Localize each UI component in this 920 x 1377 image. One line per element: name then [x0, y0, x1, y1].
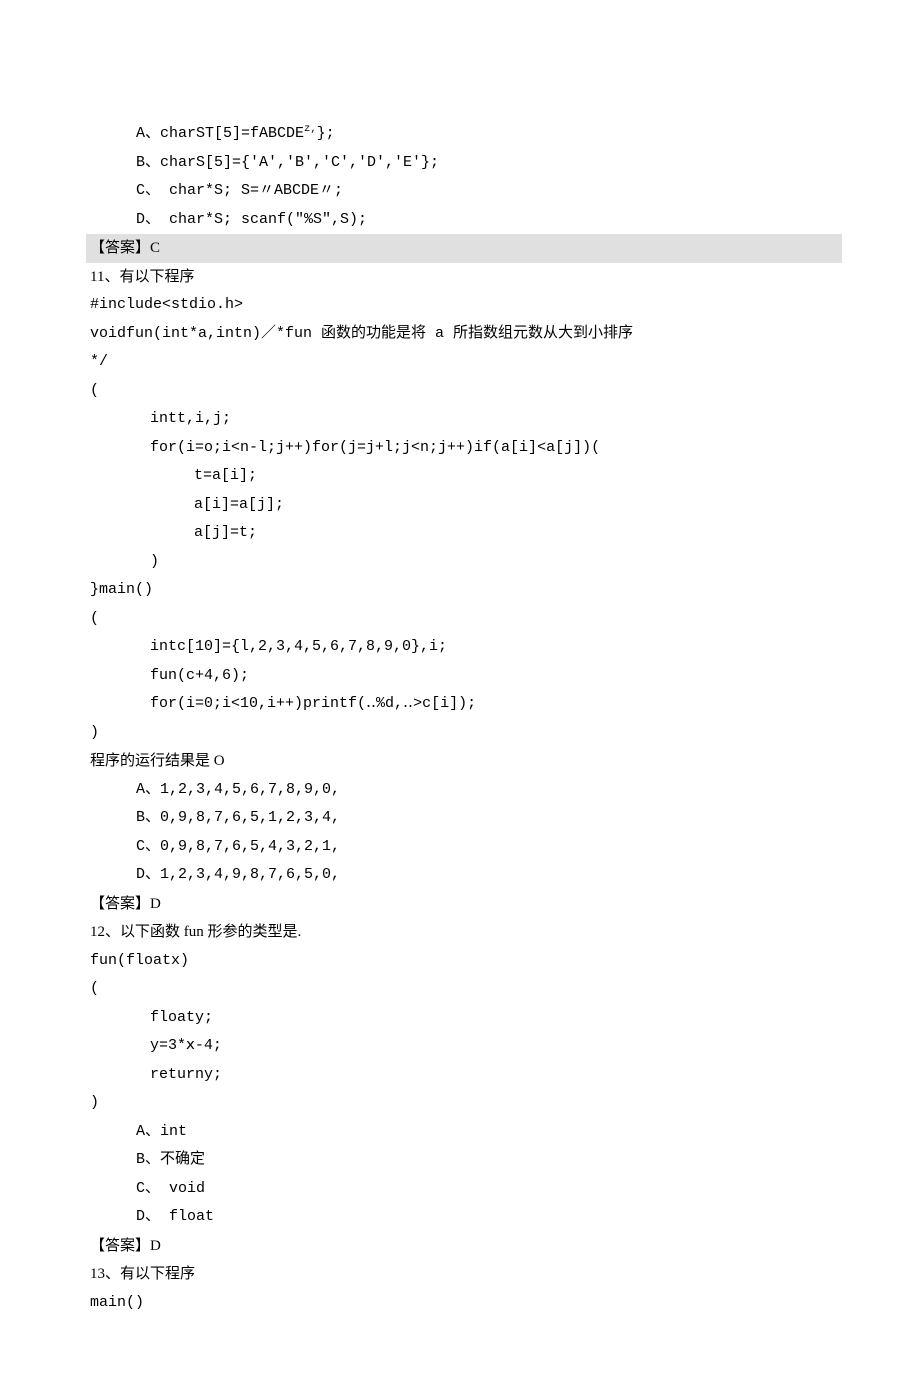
code-line: floaty; — [90, 1004, 830, 1033]
q12-option-a: A、int — [90, 1118, 830, 1147]
q11-result-label: 程序的运行结果是 O — [90, 747, 830, 776]
q12-heading: 12、以下函数 fun 形参的类型是. — [90, 918, 830, 947]
q11-answer: 【答案】D — [90, 890, 830, 919]
q11-option-c: C、0,9,8,7,6,5,4,3,2,1, — [90, 833, 830, 862]
code-line: ) — [90, 1089, 830, 1118]
code-line: fun(c+4,6); — [90, 662, 830, 691]
code-line: ( — [90, 605, 830, 634]
code-line: ( — [90, 377, 830, 406]
q12-option-b: B、不确定 — [90, 1146, 830, 1175]
q10-option-d: D、 char*S; scanf("%S",S); — [90, 206, 830, 235]
code-line: ) — [90, 548, 830, 577]
q11-option-d: D、1,2,3,4,9,8,7,6,5,0, — [90, 861, 830, 890]
code-line: for(i=o;i<n-l;j++)for(j=j+l;j<n;j++)if(a… — [90, 434, 830, 463]
q10-option-b: B、charS[5]={'A','B','C','D','E'}; — [90, 149, 830, 178]
code-line: #include<stdio.h> — [90, 291, 830, 320]
code-line: */ — [90, 348, 830, 377]
code-line: ( — [90, 975, 830, 1004]
code-line: t=a[i]; — [90, 462, 830, 491]
code-line: }main() — [90, 576, 830, 605]
code-line: a[j]=t; — [90, 519, 830, 548]
q11-heading: 11、有以下程序 — [90, 263, 830, 292]
q12-answer: 【答案】D — [90, 1232, 830, 1261]
q10-option-c: C、 char*S; S=〃ABCDE〃; — [90, 177, 830, 206]
option-text: charST[5]=fABCDE — [160, 125, 304, 142]
option-label: A、 — [136, 125, 160, 142]
code-line: intt,i,j; — [90, 405, 830, 434]
q10-option-a: A、charST[5]=fABCDEz,}; — [90, 120, 830, 149]
code-line: main() — [90, 1289, 830, 1318]
q12-option-c: C、 void — [90, 1175, 830, 1204]
code-line: returny; — [90, 1061, 830, 1090]
q11-option-b: B、0,9,8,7,6,5,1,2,3,4, — [90, 804, 830, 833]
q12-option-d: D、 float — [90, 1203, 830, 1232]
code-line: ) — [90, 719, 830, 748]
q10-answer: 【答案】C — [86, 234, 842, 263]
code-line: a[i]=a[j]; — [90, 491, 830, 520]
q11-option-a: A、1,2,3,4,5,6,7,8,9,0, — [90, 776, 830, 805]
code-line: for(i=0;i<10,i++)printf(‥%d,‥>c[i]); — [90, 690, 830, 719]
option-tail: }; — [317, 125, 335, 142]
code-line: intc[10]={l,2,3,4,5,6,7,8,9,0},i; — [90, 633, 830, 662]
q13-heading: 13、有以下程序 — [90, 1260, 830, 1289]
document-page: A、charST[5]=fABCDEz,}; B、charS[5]={'A','… — [0, 0, 920, 1377]
code-line: y=3*ⅹ-4; — [90, 1032, 830, 1061]
code-line: fun(floatx) — [90, 947, 830, 976]
option-sup: z, — [304, 123, 317, 135]
code-line: voidfun(int*a,intn)／*fun 函数的功能是将 a 所指数组元… — [90, 320, 830, 349]
